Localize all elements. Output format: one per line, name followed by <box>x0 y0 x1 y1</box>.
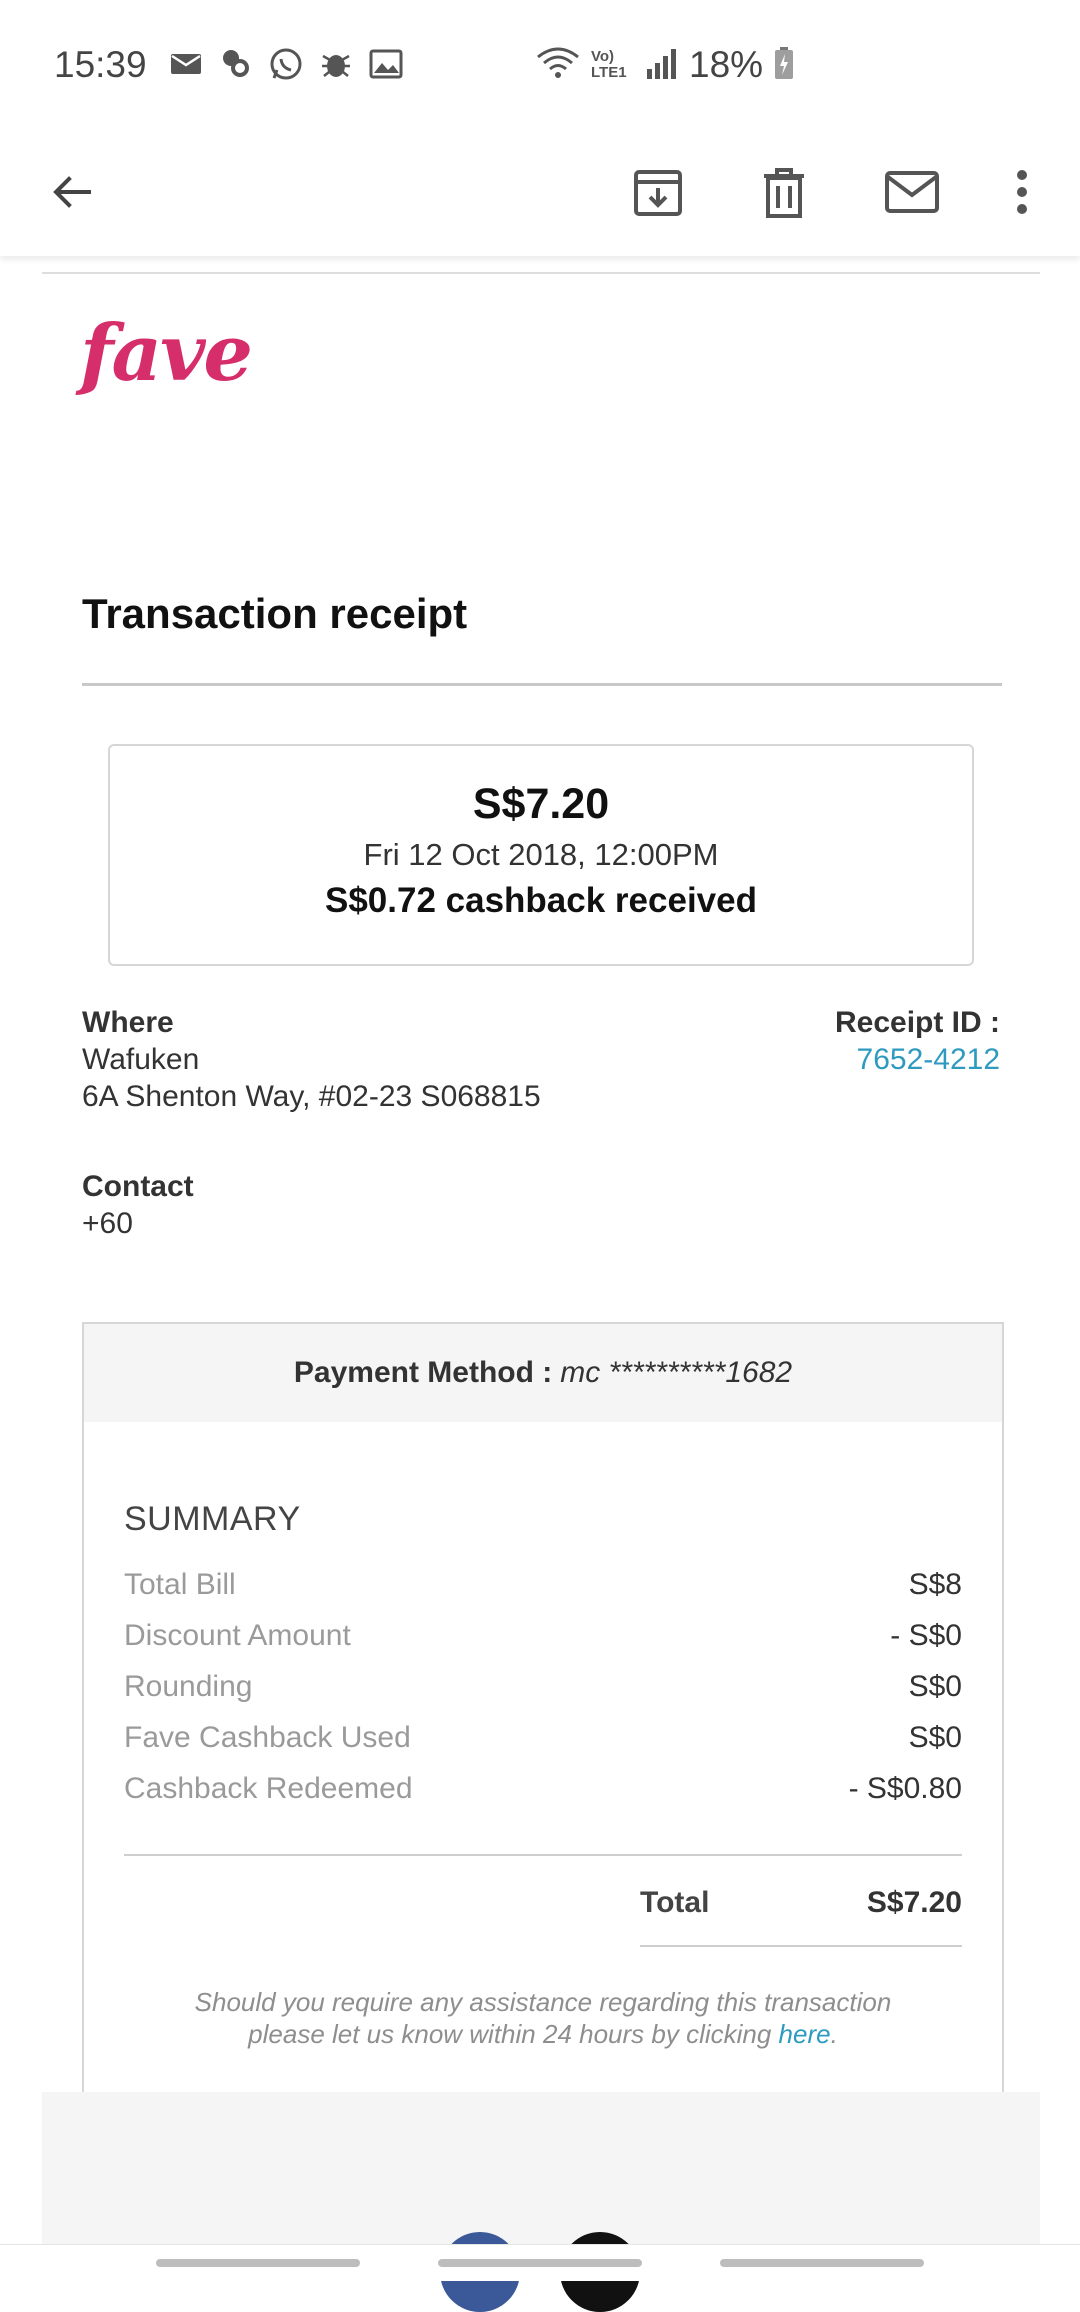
archive-icon <box>632 166 684 223</box>
back-button[interactable] <box>34 156 110 232</box>
title-divider <box>82 683 1002 686</box>
payment-method-label: Payment Method : <box>293 1356 553 1389</box>
contact-section: Contact +60 <box>82 1168 194 1242</box>
summary-value: S$0 <box>908 1670 962 1703</box>
help-link[interactable]: here <box>779 2019 831 2049</box>
assistance-note: Should you require any assistance regard… <box>124 1986 962 2050</box>
status-bar: 15:39 Vo) LTE1 18% <box>0 0 1080 130</box>
merchant-name: Wafuken <box>82 1043 200 1076</box>
email-footer <box>42 2092 1040 2312</box>
system-status: Vo) LTE1 18% <box>535 44 795 86</box>
summary-divider <box>124 1854 962 1856</box>
chat-icon <box>218 46 254 82</box>
mail-icon <box>884 169 940 220</box>
archive-button[interactable] <box>620 156 696 232</box>
notification-icons <box>168 46 404 82</box>
wifi-icon <box>535 45 581 86</box>
whatsapp-icon <box>268 46 304 82</box>
navigation-bar <box>0 2244 1080 2281</box>
arrow-left-icon <box>49 169 95 220</box>
email-body: fave Transaction receipt S$7.20 Fri 12 O… <box>42 272 1040 2312</box>
signal-icon <box>645 45 679 86</box>
delete-button[interactable] <box>746 156 822 232</box>
app-bar <box>0 130 1080 256</box>
where-section: Where Wafuken 6A Shenton Way, #02-23 S06… <box>82 1004 541 1115</box>
summary-row: Cashback Redeemed - S$0.80 <box>124 1772 962 1812</box>
merchant-address: 6A Shenton Way, #02-23 S068815 <box>82 1080 541 1113</box>
divider <box>42 272 1040 274</box>
summary-label: Total Bill <box>124 1568 236 1601</box>
trash-icon <box>758 166 810 223</box>
contact-label: Contact <box>82 1170 194 1203</box>
battery-percent: 18% <box>689 44 764 85</box>
summary-row: Rounding S$0 <box>124 1670 962 1710</box>
battery-icon <box>773 45 795 86</box>
total-divider <box>640 1945 962 1947</box>
note-line-1: Should you require any assistance regard… <box>194 1987 892 2017</box>
mail-icon <box>168 46 204 82</box>
where-label: Where <box>82 1006 174 1039</box>
amount-card: S$7.20 Fri 12 Oct 2018, 12:00PM S$0.72 c… <box>108 744 974 966</box>
more-options-button[interactable] <box>984 156 1060 232</box>
summary-value: - S$0 <box>890 1619 962 1652</box>
summary-label: Rounding <box>124 1670 253 1703</box>
total-label: Total <box>640 1886 710 1919</box>
summary-row: Discount Amount - S$0 <box>124 1619 962 1659</box>
transaction-date: Fri 12 Oct 2018, 12:00PM <box>363 837 719 872</box>
summary-row: Total Bill S$8 <box>124 1568 962 1608</box>
nav-back-button[interactable] <box>720 2259 924 2267</box>
note-line-2: please let us know within 24 hours by cl… <box>124 2018 962 2050</box>
summary-value: S$8 <box>908 1568 962 1601</box>
receipt-id-link[interactable]: 7652-4212 <box>835 1041 1000 1078</box>
more-vert-icon <box>1014 169 1030 220</box>
mark-unread-button[interactable] <box>874 156 950 232</box>
summary-label: Fave Cashback Used <box>124 1721 411 1754</box>
contact-value: +60 <box>82 1207 133 1240</box>
bug-icon <box>318 46 354 82</box>
amount: S$7.20 <box>472 780 610 828</box>
summary-title: SUMMARY <box>124 1500 301 1538</box>
summary-row: Fave Cashback Used S$0 <box>124 1721 962 1761</box>
image-icon <box>368 46 404 82</box>
nav-home-button[interactable] <box>438 2259 642 2267</box>
brand-logo: fave <box>80 308 253 399</box>
receipt-id-label: Receipt ID : <box>834 1006 1000 1039</box>
payment-method: Payment Method : mc **********1682 <box>84 1324 1002 1422</box>
receipt-section: Receipt ID : 7652-4212 <box>835 1004 1000 1078</box>
summary-value: - S$0.80 <box>848 1772 962 1805</box>
note-suffix: . <box>830 2019 838 2049</box>
status-time: 15:39 <box>54 44 147 85</box>
payment-summary-box: Payment Method : mc **********1682 SUMMA… <box>82 1322 1004 2126</box>
cashback-text: S$0.72 cashback received <box>325 881 757 920</box>
total-value: S$7.20 <box>866 1886 962 1919</box>
summary-value: S$0 <box>908 1721 962 1754</box>
receipt-title: Transaction receipt <box>82 590 468 637</box>
summary-label: Cashback Redeemed <box>124 1772 413 1805</box>
summary-label: Discount Amount <box>124 1619 351 1652</box>
nav-recents-button[interactable] <box>156 2259 360 2267</box>
payment-method-value: mc **********1682 <box>560 1356 793 1389</box>
note-line-2-text: please let us know within 24 hours by cl… <box>248 2019 779 2049</box>
network-label: Vo) LTE1 <box>591 48 627 81</box>
